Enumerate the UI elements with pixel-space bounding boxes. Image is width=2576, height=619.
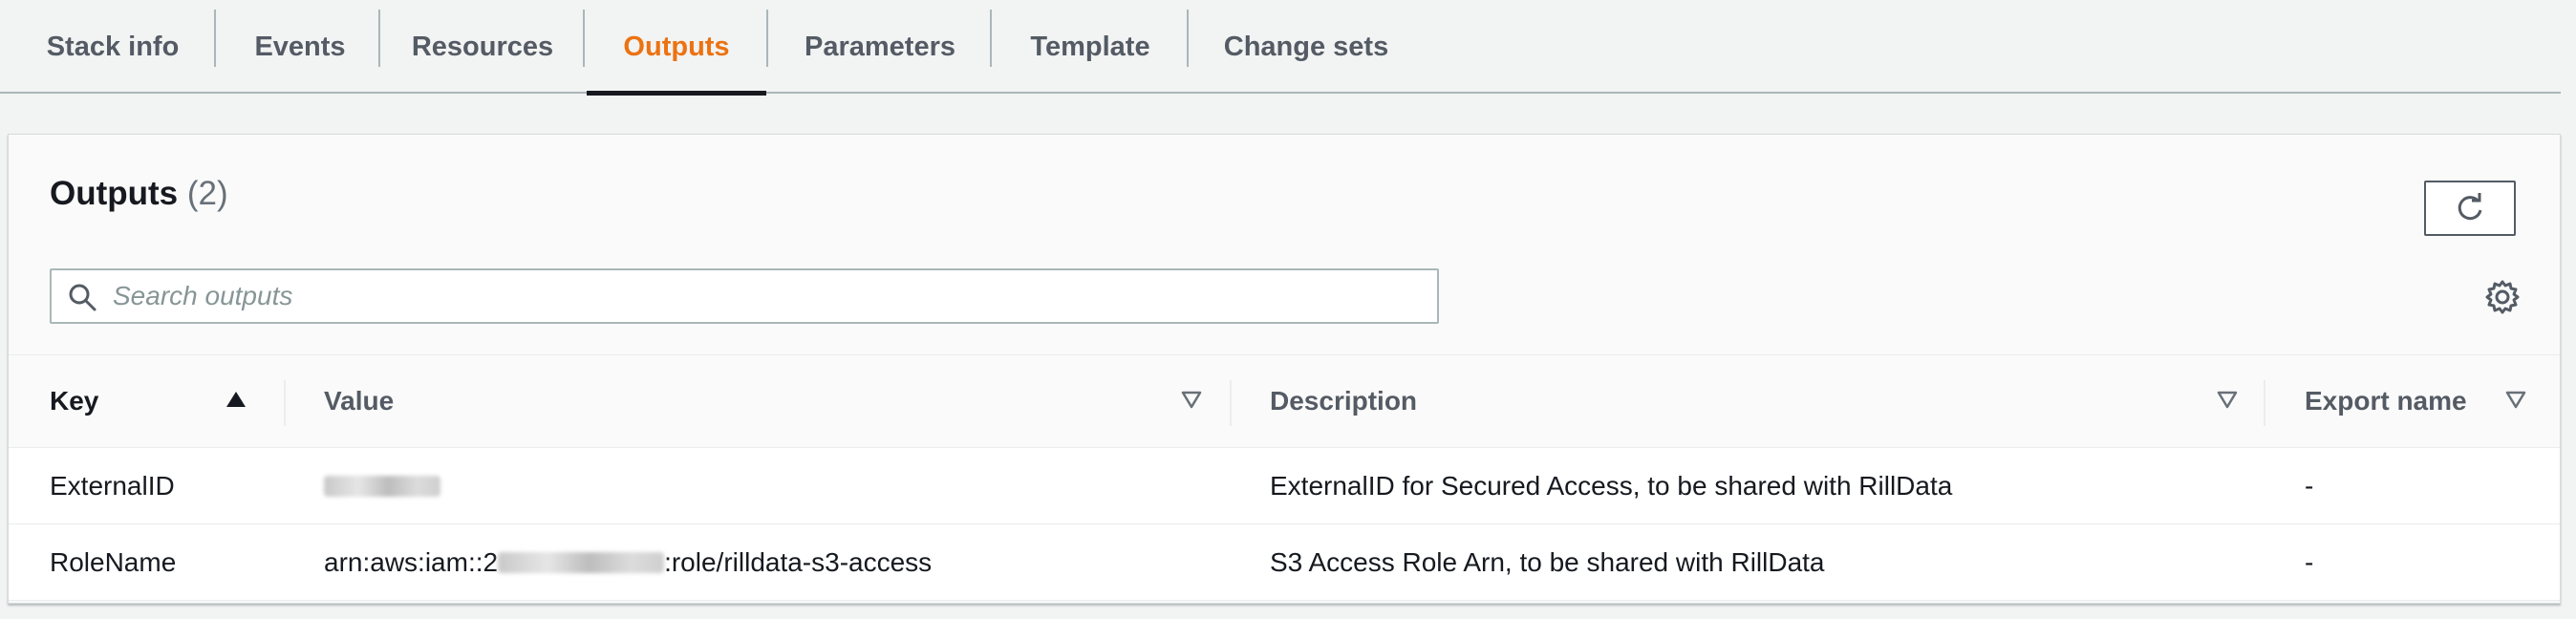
- cell-key: ExternalID: [50, 470, 175, 501]
- tab-label: Events: [254, 31, 346, 62]
- sort-ascending-icon[interactable]: [225, 388, 247, 411]
- value-suffix: :role/rilldata-s3-access: [664, 546, 933, 577]
- outputs-panel: Outputs (2) Key: [8, 134, 2561, 604]
- cell-export-name: -: [2305, 546, 2314, 577]
- redacted-value: [498, 551, 665, 573]
- panel-title: Outputs (2): [50, 175, 228, 213]
- tab-events[interactable]: Events: [225, 0, 375, 94]
- search-input[interactable]: [113, 270, 1422, 322]
- sort-unsorted-icon[interactable]: [1180, 388, 1203, 411]
- cell-description: ExternalID for Secured Access, to be sha…: [1270, 470, 1953, 501]
- tab-stack-info[interactable]: Stack info: [17, 0, 208, 94]
- cell-export-name: -: [2305, 470, 2314, 501]
- column-divider: [1230, 380, 1232, 426]
- sort-unsorted-icon[interactable]: [2504, 388, 2527, 411]
- column-label: Description: [1270, 386, 1418, 416]
- column-divider: [284, 380, 286, 426]
- cell-description: S3 Access Role Arn, to be shared with Ri…: [1270, 546, 1825, 577]
- tab-divider: [378, 10, 380, 67]
- tab-label: Template: [1030, 31, 1150, 62]
- tab-divider: [990, 10, 992, 67]
- panel-title-text: Outputs: [50, 175, 179, 212]
- tab-change-sets[interactable]: Change sets: [1198, 0, 1414, 94]
- table-row: ExternalID ExternalID for Secured Access…: [9, 448, 2560, 524]
- refresh-button[interactable]: [2424, 181, 2516, 236]
- outputs-table: Key Value Description Export name Extern…: [9, 354, 2560, 601]
- tab-outputs[interactable]: Outputs: [587, 0, 766, 96]
- tab-label: Outputs: [623, 31, 730, 62]
- column-label: Export name: [2305, 386, 2467, 416]
- table-row: RoleName arn:aws:iam::2 :role/rilldata-s3…: [9, 524, 2560, 601]
- search-field[interactable]: [50, 268, 1439, 324]
- search-icon: [69, 284, 97, 311]
- column-divider: [2264, 380, 2265, 426]
- redacted-value: [324, 475, 440, 497]
- tab-label: Resources: [411, 31, 554, 62]
- tab-label: Stack info: [46, 31, 180, 62]
- refresh-icon: [2458, 193, 2482, 221]
- column-label: Value: [324, 386, 395, 416]
- tab-template[interactable]: Template: [1001, 0, 1179, 94]
- outputs-count: (2): [186, 175, 228, 212]
- tab-resources[interactable]: Resources: [390, 0, 575, 94]
- column-label: Key: [50, 386, 99, 416]
- cell-value: [324, 448, 440, 523]
- column-header-description[interactable]: Description: [1270, 355, 2130, 447]
- column-header-export-name[interactable]: Export name: [2305, 355, 2515, 447]
- tab-label: Change sets: [1223, 31, 1389, 62]
- value-prefix: arn:aws:iam::2: [324, 546, 499, 577]
- tab-parameters[interactable]: Parameters: [778, 0, 982, 94]
- tab-divider: [583, 10, 585, 67]
- tab-divider: [214, 10, 216, 67]
- column-header-value[interactable]: Value: [324, 355, 1184, 447]
- tab-divider: [766, 10, 768, 67]
- tab-bar: Stack info Events Resources Outputs Para…: [0, 0, 2561, 96]
- sort-unsorted-icon[interactable]: [2216, 388, 2239, 411]
- cell-value: arn:aws:iam::2 :role/rilldata-s3-access: [324, 524, 932, 600]
- cell-key: RoleName: [50, 546, 177, 577]
- tab-divider: [1187, 10, 1189, 67]
- gear-icon[interactable]: [2483, 278, 2522, 316]
- tab-label: Parameters: [805, 31, 955, 62]
- table-header: Key Value Description Export name: [9, 354, 2560, 448]
